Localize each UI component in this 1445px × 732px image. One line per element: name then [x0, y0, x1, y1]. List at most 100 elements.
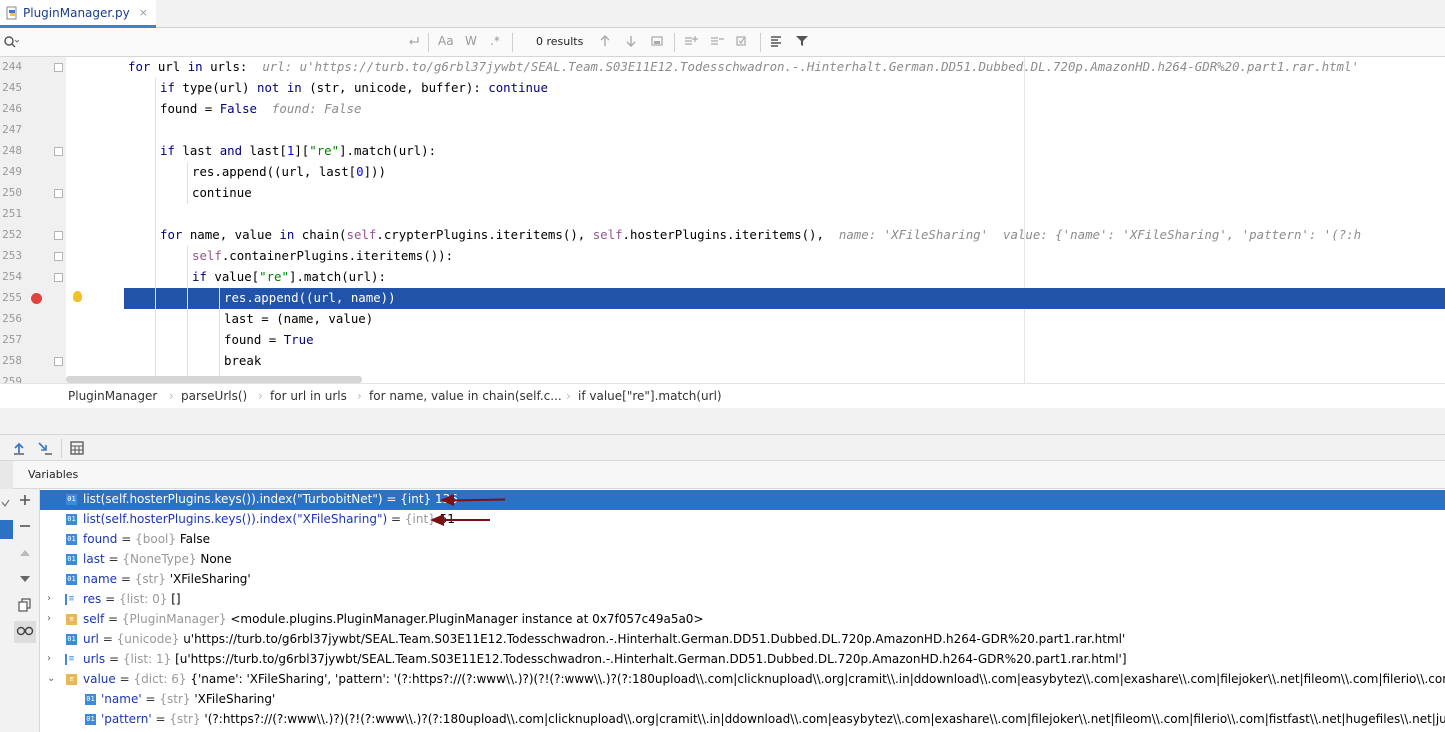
- breadcrumb-separator: ›: [169, 389, 174, 403]
- variable-value: None: [200, 552, 232, 566]
- breadcrumb-item[interactable]: for url in urls: [270, 389, 347, 403]
- select-all-occurrences-icon[interactable]: [650, 34, 664, 51]
- add-watch-icon[interactable]: [18, 493, 32, 511]
- search-results-count: 0 results: [536, 35, 584, 48]
- primitive-variable-icon: 01: [66, 514, 77, 525]
- line-number: 254: [2, 270, 22, 283]
- chevron-right-icon[interactable]: ›: [47, 613, 51, 624]
- code-line[interactable]: 258 break: [0, 351, 1445, 372]
- previous-occurrence-icon[interactable]: [598, 34, 612, 51]
- breadcrumb-item[interactable]: for name, value in chain(self.c...: [369, 389, 562, 403]
- primitive-variable-icon: 01: [85, 694, 96, 705]
- variable-row[interactable]: 01 'name' = {str} 'XFileSharing': [40, 690, 1445, 710]
- step-into-my-code-icon[interactable]: [37, 440, 53, 459]
- regex-toggle[interactable]: .*: [490, 34, 500, 48]
- filter-icon[interactable]: [795, 34, 809, 51]
- panel-divider[interactable]: [0, 408, 1445, 435]
- variable-type: {int}: [400, 492, 432, 506]
- variables-tree[interactable]: 01 list(self.hosterPlugins.keys()).index…: [40, 489, 1445, 732]
- variable-row[interactable]: › ≡ res = {list: 0} []: [40, 590, 1445, 610]
- select-occurrences-icon[interactable]: [735, 34, 751, 51]
- separator: [61, 439, 62, 458]
- filter-search-results-icon[interactable]: [769, 34, 783, 51]
- variable-row[interactable]: › ≡ urls = {list: 1} [u'https://turb.to/…: [40, 650, 1445, 670]
- code-text: if value["re"].match(url):: [192, 269, 386, 284]
- code-line[interactable]: 251: [0, 204, 1445, 225]
- python-file-icon: [6, 6, 18, 20]
- step-out-icon[interactable]: [11, 440, 27, 459]
- chevron-down-icon[interactable]: [0, 495, 13, 514]
- chevron-right-icon[interactable]: ›: [47, 593, 51, 604]
- search-icon[interactable]: [3, 35, 20, 52]
- chevron-down-icon[interactable]: ⌄: [47, 673, 55, 684]
- breadcrumb: PluginManager › parseUrls() › for url in…: [0, 383, 1445, 408]
- remove-watch-icon[interactable]: [18, 519, 32, 537]
- variable-name: value: [83, 672, 116, 686]
- variable-row[interactable]: 01 last = {NoneType} None: [40, 550, 1445, 570]
- variable-value: []: [171, 592, 181, 606]
- breadcrumb-item[interactable]: parseUrls(): [181, 389, 247, 403]
- variable-row[interactable]: 01 name = {str} 'XFileSharing': [40, 570, 1445, 590]
- lightbulb-icon[interactable]: [73, 291, 82, 302]
- variable-row[interactable]: 01 found = {bool} False: [40, 530, 1445, 550]
- fold-marker-icon[interactable]: [54, 189, 63, 198]
- variable-row[interactable]: 01 'pattern' = {str} '(?:https?://(?:www…: [40, 710, 1445, 730]
- variable-row[interactable]: › ≡ self = {PluginManager} <module.plugi…: [40, 610, 1445, 630]
- variable-name: res: [83, 592, 102, 606]
- current-execution-line[interactable]: 255 res.append((url, name)): [0, 288, 1445, 309]
- variable-type: {NoneType}: [122, 552, 197, 566]
- code-line[interactable]: 249 res.append((url, last[0])): [0, 162, 1445, 183]
- variable-type: {dict: 6}: [133, 672, 187, 686]
- line-number: 255: [2, 291, 22, 304]
- match-case-toggle[interactable]: Aa: [438, 34, 454, 48]
- words-toggle[interactable]: W: [465, 34, 477, 48]
- line-number: 249: [2, 165, 22, 178]
- variable-name: self: [83, 612, 105, 626]
- code-editor[interactable]: 244 for url in urls: url: u'https://turb…: [0, 57, 1445, 383]
- add-occurrence-icon[interactable]: [683, 34, 699, 51]
- code-line[interactable]: 256 last = (name, value): [0, 309, 1445, 330]
- tab-pluginmanager[interactable]: PluginManager.py ×: [0, 0, 156, 28]
- breakpoint-icon[interactable]: [31, 293, 42, 304]
- variable-name: list(self.hosterPlugins.keys()).index("X…: [83, 512, 388, 526]
- copy-icon[interactable]: [18, 598, 32, 616]
- code-line[interactable]: 257 found = True: [0, 330, 1445, 351]
- variable-type: {str}: [134, 572, 166, 586]
- chevron-right-icon[interactable]: ›: [47, 653, 51, 664]
- code-line[interactable]: 246 found = False found: False: [0, 99, 1445, 120]
- new-line-icon[interactable]: [407, 34, 421, 51]
- show-watches-glasses-icon[interactable]: [14, 621, 36, 643]
- horizontal-scrollbar[interactable]: [66, 376, 362, 383]
- code-line[interactable]: 247: [0, 120, 1445, 141]
- fold-marker-icon[interactable]: [54, 147, 63, 156]
- frame-selector[interactable]: [0, 520, 13, 539]
- variable-row[interactable]: ⌄ ≡ value = {dict: 6} {'name': 'XFileSha…: [40, 670, 1445, 690]
- code-line[interactable]: 244 for url in urls: url: u'https://turb…: [0, 57, 1445, 78]
- next-occurrence-icon[interactable]: [624, 34, 638, 51]
- code-line[interactable]: 253 self.containerPlugins.iteritems()):: [0, 246, 1445, 267]
- line-number: 246: [2, 102, 22, 115]
- code-line[interactable]: 254 if value["re"].match(url):: [0, 267, 1445, 288]
- code-line[interactable]: 248 if last and last[1]["re"].match(url)…: [0, 141, 1445, 162]
- breadcrumb-item[interactable]: if value["re"].match(url): [578, 389, 722, 403]
- variable-row[interactable]: 01 url = {unicode} u'https://turb.to/g6r…: [40, 630, 1445, 650]
- fold-marker-icon[interactable]: [54, 252, 63, 261]
- code-line[interactable]: 250 continue: [0, 183, 1445, 204]
- code-line[interactable]: 252 for name, value in chain(self.crypte…: [0, 225, 1445, 246]
- code-line[interactable]: 245 if type(url) not in (str, unicode, b…: [0, 78, 1445, 99]
- variable-name: last: [83, 552, 105, 566]
- move-up-icon[interactable]: [18, 546, 32, 564]
- fold-marker-icon[interactable]: [54, 357, 63, 366]
- move-down-icon[interactable]: [18, 572, 32, 590]
- evaluate-expression-icon[interactable]: [69, 440, 85, 459]
- fold-marker-icon[interactable]: [54, 231, 63, 240]
- search-input[interactable]: [22, 32, 402, 52]
- variable-row[interactable]: 01 list(self.hosterPlugins.keys()).index…: [40, 510, 1445, 530]
- remove-occurrence-icon[interactable]: [709, 34, 725, 51]
- close-tab-icon[interactable]: ×: [139, 6, 148, 19]
- fold-marker-icon[interactable]: [54, 63, 63, 72]
- variable-type: {str}: [169, 712, 201, 726]
- fold-marker-icon[interactable]: [54, 273, 63, 282]
- variable-row[interactable]: 01 list(self.hosterPlugins.keys()).index…: [40, 490, 1445, 510]
- breadcrumb-item[interactable]: PluginManager: [68, 389, 157, 403]
